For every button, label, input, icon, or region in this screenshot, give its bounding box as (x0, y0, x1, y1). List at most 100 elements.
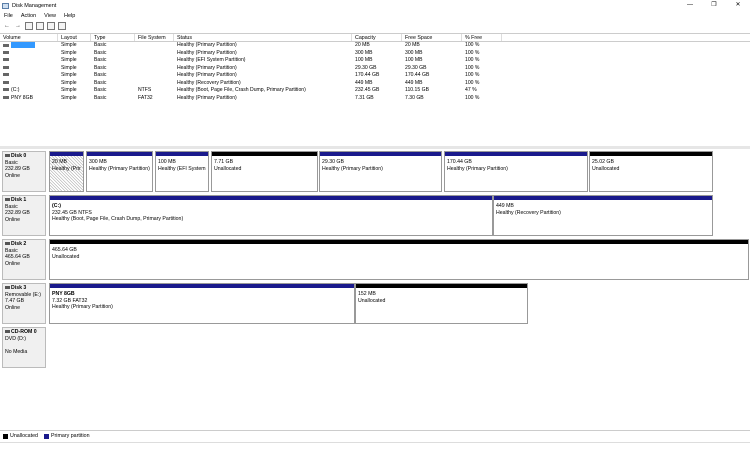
cell-text: 449 MB (355, 79, 373, 86)
cell-text: Healthy (Primary Partition) (177, 42, 237, 48)
table-row[interactable]: Simple Basic Healthy (Primary Partition) 30… (0, 50, 750, 58)
cell-text: Basic (94, 49, 107, 56)
restore-button[interactable]: ❐ (702, 0, 726, 11)
column-header-free-space[interactable]: Free Space (402, 34, 462, 41)
cell-file-system: FAT32 (135, 95, 174, 103)
cell-volume (0, 65, 58, 73)
cell-text: 47 % (465, 87, 477, 93)
unallocated-region[interactable]: 465.64 GB Unallocated (49, 239, 749, 280)
cell-capacity: 29.30 GB (352, 65, 402, 73)
cell-percent-free: 100 % (462, 42, 502, 50)
cell-text: 300 MB (355, 49, 373, 56)
cell-layout: Simple (58, 65, 91, 73)
legend-swatch-unallocated (3, 433, 8, 439)
legend-label-primary: Primary partition (50, 433, 90, 439)
partition-info-line: 449 MB (496, 203, 514, 209)
disk-label[interactable]: Disk 2 Basic 465.64 GB Online (2, 239, 46, 280)
unallocated-region[interactable]: 152 MB Unallocated (355, 283, 528, 324)
cell-text: 7.31 GB (355, 94, 374, 101)
refresh-icon[interactable] (47, 22, 55, 30)
volume-icon (3, 65, 9, 69)
menu-action[interactable]: Action (21, 13, 36, 19)
cell-percent-free: 100 % (462, 65, 502, 73)
cell-capacity: 7.31 GB (352, 95, 402, 103)
menu-file[interactable]: File (4, 13, 13, 19)
cell-file-system: NTFS (135, 87, 174, 95)
cell-percent-free: 47 % (462, 87, 502, 95)
disk-name: Disk 3 (11, 285, 27, 291)
partition[interactable]: 170.44 GB Healthy (Primary Partition) (444, 151, 588, 192)
column-header-volume[interactable]: Volume (0, 34, 58, 41)
cell-layout: Simple (58, 87, 91, 95)
partition[interactable]: PNY 8GB 7.32 GB FAT32 Healthy (Primary Par… (49, 283, 355, 324)
unallocated-region[interactable]: 7.71 GB Unallocated (211, 151, 318, 192)
partition[interactable]: 20 MB Healthy (Prir (49, 151, 84, 192)
column-header-type[interactable]: Type (91, 34, 135, 41)
forward-arrow-icon[interactable]: → (14, 22, 22, 30)
cell-text: Simple (61, 87, 77, 93)
table-row[interactable]: Simple Basic Healthy (EFI System Partition… (0, 57, 750, 65)
cell-percent-free: 100 % (462, 57, 502, 65)
volume-icon (3, 58, 9, 62)
partition[interactable]: 449 MB Healthy (Recovery Partition) (493, 195, 713, 236)
cell-text: 170.44 GB (405, 72, 430, 78)
table-row[interactable]: Simple Basic Healthy (Primary Partition) 17… (0, 72, 750, 80)
cell-layout: Simple (58, 95, 91, 103)
cell-volume (0, 72, 58, 80)
column-header-status[interactable]: Status (174, 34, 352, 41)
legend-swatch-primary (43, 433, 49, 439)
partition-info-line: (C:) (52, 203, 61, 209)
menu-bar: File Action View Help (0, 11, 79, 20)
minimize-button[interactable]: — (678, 0, 702, 11)
properties-icon[interactable] (25, 22, 33, 30)
selected-volume-highlight[interactable] (11, 42, 35, 48)
disk-info-line: Basic (5, 247, 18, 254)
close-button[interactable]: ✕ (726, 0, 750, 11)
disk-graphical-view: Disk 0 Basic 232.89 GB Online 20 MB Healthy (… (0, 149, 750, 429)
cell-text: Healthy (EFI System Partition) (177, 57, 246, 63)
disk-label[interactable]: CD-ROM 0 DVD (D:) No Media (2, 327, 46, 368)
table-row[interactable]: PNY 8GB Simple Basic FAT32 Healthy (Primary … (0, 95, 750, 103)
partition-info-line: PNY 8GB (52, 291, 75, 297)
cell-text: 232.45 GB (355, 87, 380, 93)
cell-text: Healthy (Primary Partition) (177, 72, 237, 78)
menu-view[interactable]: View (44, 13, 56, 19)
cell-text: 29.30 GB (355, 64, 377, 71)
partition-info-line: 7.71 GB (214, 159, 234, 165)
back-arrow-icon[interactable]: ← (3, 22, 11, 30)
cell-percent-free: 100 % (462, 72, 502, 80)
disk-label[interactable]: Disk 0 Basic 232.89 GB Online (2, 151, 46, 192)
disk-name: Disk 1 (11, 197, 27, 203)
unallocated-region[interactable]: 25.02 GB Unallocated (589, 151, 713, 192)
column-header-capacity[interactable]: Capacity (352, 34, 402, 41)
cell-text: 449 MB (405, 79, 423, 86)
partition[interactable]: 300 MB Healthy (Primary Partition) (86, 151, 153, 192)
cell-status: Healthy (Primary Partition) (174, 42, 352, 50)
cell-layout: Simple (58, 72, 91, 80)
column-header-layout[interactable]: Layout (58, 34, 91, 41)
cell-text: 110.15 GB (405, 87, 429, 93)
menu-help[interactable]: Help (64, 13, 75, 19)
partition[interactable]: 29.30 GB Healthy (Primary Partition) (319, 151, 442, 192)
column-header-file-system[interactable]: File System (135, 34, 174, 41)
cell-file-system (135, 57, 174, 65)
partition-info-line: Unallocated (358, 297, 386, 304)
disk-info-line: DVD (D:) (5, 335, 27, 342)
partition-info-line: Healthy (EFI System (158, 165, 206, 172)
console-icon[interactable] (58, 22, 66, 30)
column-header-percent-free[interactable]: % Free (462, 34, 502, 41)
help-icon[interactable] (36, 22, 44, 30)
cell-text: Healthy (Boot, Page File, Crash Dump, Pr… (177, 87, 306, 93)
cell-text: Healthy (Primary Partition) (177, 49, 237, 56)
table-row[interactable]: Simple Basic Healthy (Recovery Partition) 4… (0, 80, 750, 88)
disk-label[interactable]: Disk 3 Removable (E:) 7.47 GB Online (2, 283, 46, 324)
partition[interactable]: (C:) 232.45 GB NTFS Healthy (Boot, Page Fi… (49, 195, 493, 236)
cell-percent-free: 100 % (462, 50, 502, 58)
table-row[interactable]: (C:) Simple Basic NTFS Healthy (Boot, Page F… (0, 87, 750, 95)
disk-label[interactable]: Disk 1 Basic 232.89 GB Online (2, 195, 46, 236)
partition[interactable]: 100 MB Healthy (EFI System (155, 151, 209, 192)
cell-file-system (135, 80, 174, 88)
table-row[interactable]: Simple Basic Healthy (Primary Partition) 20… (0, 42, 750, 50)
disk-name: CD-ROM 0 (11, 329, 37, 335)
table-row[interactable]: Simple Basic Healthy (Primary Partition) 29… (0, 65, 750, 73)
